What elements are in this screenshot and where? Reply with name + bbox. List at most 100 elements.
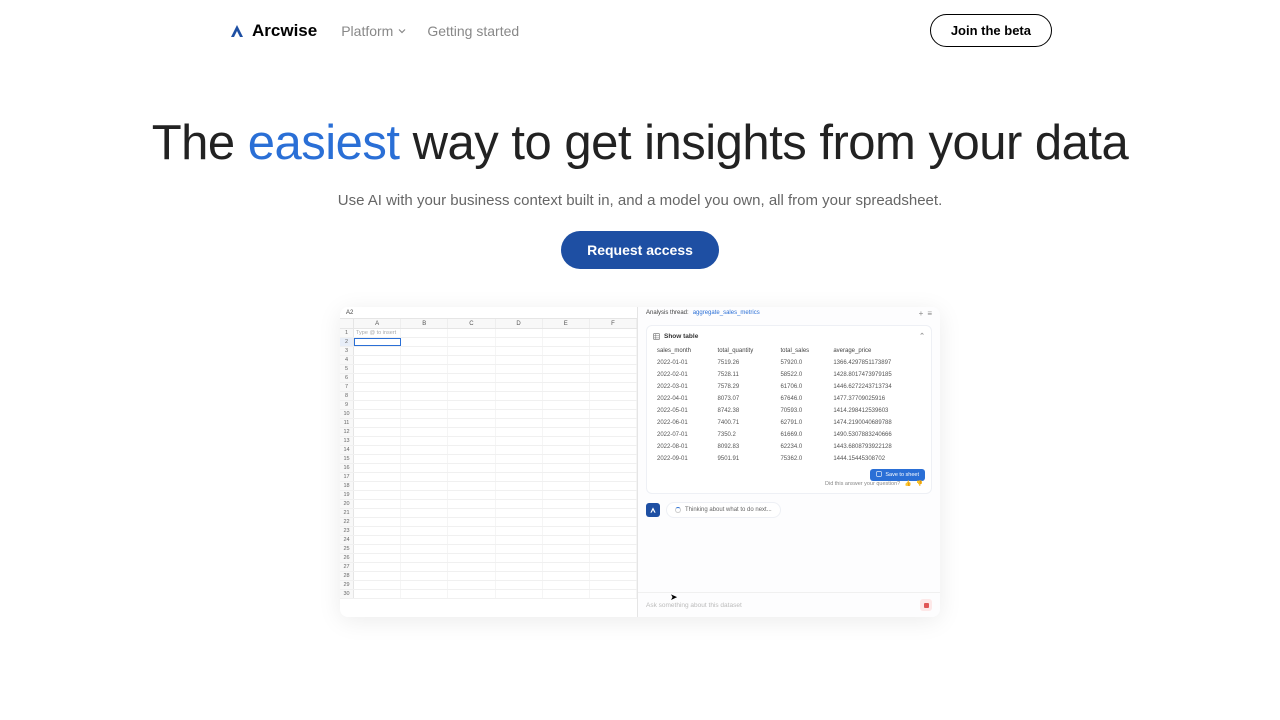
row-number[interactable]: 9 [340,401,354,409]
sheet-cell[interactable] [448,428,495,436]
sheet-cell[interactable] [448,401,495,409]
sheet-cell[interactable] [401,455,448,463]
sheet-cell[interactable] [354,554,401,562]
sheet-cell[interactable] [448,374,495,382]
sheet-cell[interactable] [543,482,590,490]
sheet-cell[interactable] [401,581,448,589]
sheet-cell[interactable] [543,473,590,481]
row-number[interactable]: 1 [340,329,354,337]
sheet-cell[interactable] [448,338,495,346]
sheet-cell[interactable] [401,491,448,499]
sheet-cell[interactable] [401,356,448,364]
sheet-cell[interactable] [401,509,448,517]
sheet-cell[interactable] [543,527,590,535]
show-table-toggle[interactable]: Show table ⌃ [653,332,925,340]
sheet-cell[interactable] [401,392,448,400]
row-number[interactable]: 18 [340,482,354,490]
sheet-cell[interactable] [401,572,448,580]
thumbs-down-icon[interactable]: 👎 [916,481,923,487]
sheet-cell[interactable] [543,572,590,580]
sheet-cell[interactable] [354,527,401,535]
sheet-cell[interactable] [354,518,401,526]
sheet-cell[interactable] [590,581,637,589]
row-number[interactable]: 12 [340,428,354,436]
sheet-cell[interactable] [590,401,637,409]
sheet-cell[interactable] [496,581,543,589]
sheet-cell[interactable] [590,527,637,535]
nav-platform[interactable]: Platform [341,23,407,39]
sheet-cell[interactable] [590,338,637,346]
sheet-cell[interactable] [496,482,543,490]
sheet-cell[interactable] [496,419,543,427]
row-number[interactable]: 2 [340,338,354,346]
sheet-cell[interactable] [543,329,590,337]
sheet-cell[interactable] [543,545,590,553]
sheet-cell[interactable] [496,590,543,598]
sheet-cell[interactable] [496,527,543,535]
sheet-cell[interactable] [496,401,543,409]
sheet-cell[interactable] [354,473,401,481]
row-number[interactable]: 10 [340,410,354,418]
sheet-cell[interactable] [496,518,543,526]
sheet-cell[interactable] [590,518,637,526]
sheet-cell[interactable] [448,563,495,571]
sheet-cell[interactable] [543,464,590,472]
row-number[interactable]: 17 [340,473,354,481]
sheet-cell[interactable] [401,563,448,571]
sheet-cell[interactable] [590,365,637,373]
sheet-cell[interactable] [496,554,543,562]
sheet-cell[interactable] [543,392,590,400]
sheet-cell[interactable] [448,509,495,517]
sheet-cell[interactable] [496,500,543,508]
sheet-cell[interactable] [496,347,543,355]
row-number[interactable]: 24 [340,536,354,544]
sheet-cell[interactable] [543,338,590,346]
thread-name[interactable]: aggregate_sales_metrics [693,310,760,316]
sheet-cell[interactable] [448,500,495,508]
sheet-cell[interactable] [543,581,590,589]
row-number[interactable]: 8 [340,392,354,400]
sheet-cell[interactable] [401,401,448,409]
row-number[interactable]: 20 [340,500,354,508]
sheet-cell[interactable] [496,437,543,445]
sheet-cell[interactable] [401,545,448,553]
sheet-cell[interactable] [401,554,448,562]
sheet-cell[interactable] [590,473,637,481]
sheet-cell[interactable] [543,518,590,526]
save-to-sheet-button[interactable]: Save to sheet [870,469,925,481]
column-header[interactable]: E [543,319,590,328]
sheet-cell[interactable] [354,446,401,454]
nav-getting-started[interactable]: Getting started [427,23,519,39]
sheet-cell[interactable] [354,401,401,409]
row-number[interactable]: 16 [340,464,354,472]
stop-button[interactable] [920,599,932,611]
column-header[interactable]: B [401,319,448,328]
sheet-cell[interactable] [448,473,495,481]
row-number[interactable]: 28 [340,572,354,580]
sheet-cell[interactable] [496,356,543,364]
sheet-cell[interactable] [448,347,495,355]
sheet-cell[interactable] [354,572,401,580]
row-number[interactable]: 7 [340,383,354,391]
sheet-cell[interactable] [590,545,637,553]
row-number[interactable]: 14 [340,446,354,454]
new-thread-icon[interactable]: + [919,309,924,318]
column-header[interactable]: C [448,319,495,328]
column-header[interactable]: A [354,319,401,328]
sheet-cell[interactable] [590,392,637,400]
row-number[interactable]: 22 [340,518,354,526]
sheet-cell[interactable] [496,374,543,382]
sheet-cell[interactable] [543,383,590,391]
row-number[interactable]: 30 [340,590,354,598]
sheet-cell[interactable] [448,446,495,454]
row-number[interactable]: 5 [340,365,354,373]
sheet-cell[interactable] [354,365,401,373]
sheet-cell[interactable] [543,428,590,436]
sheet-cell[interactable] [543,554,590,562]
chat-input[interactable]: Ask something about this dataset [646,602,914,609]
sheet-cell[interactable] [543,590,590,598]
sheet-cell[interactable] [448,581,495,589]
sheet-cell[interactable] [354,347,401,355]
sheet-cell[interactable] [448,572,495,580]
sheet-cell[interactable] [401,527,448,535]
